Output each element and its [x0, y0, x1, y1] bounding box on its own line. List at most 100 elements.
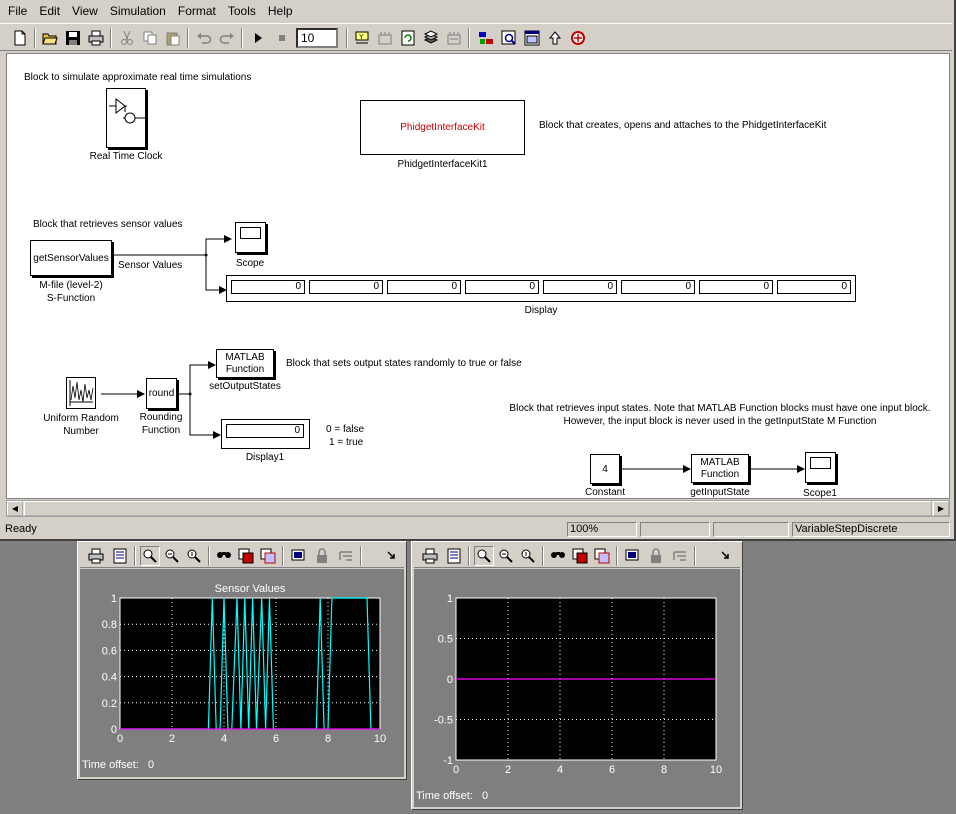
constant-block[interactable]: 4	[590, 454, 620, 484]
signal-selector-icon[interactable]	[670, 546, 690, 566]
display1-block[interactable]: 0	[221, 419, 310, 449]
x-tick-label: 8	[325, 733, 331, 745]
dock-arrow-icon[interactable]	[716, 546, 736, 566]
parameters-icon[interactable]	[110, 546, 130, 566]
menu-simulation[interactable]: Simulation	[104, 1, 172, 21]
display-value-4: 0	[465, 280, 539, 294]
svg-text:Y: Y	[359, 34, 364, 41]
debugger-icon[interactable]	[499, 28, 519, 48]
restore-axes-icon[interactable]	[592, 546, 612, 566]
x-tick-label: 10	[710, 764, 722, 776]
y-tick-label: 0	[447, 674, 453, 686]
open-folder-icon[interactable]	[40, 28, 60, 48]
simulink-model-window: File Edit View Simulation Format Tools H…	[0, 0, 956, 541]
get-sensor-values-block[interactable]: getSensorValues	[30, 240, 112, 276]
zoom-x-icon[interactable]	[496, 546, 516, 566]
scope-block-label: Scope	[235, 258, 265, 269]
zoom-icon[interactable]	[140, 546, 160, 566]
y-tick-label: -1	[443, 755, 453, 767]
zoom-y-icon[interactable]	[518, 546, 538, 566]
rounding-function-block[interactable]: round	[146, 378, 177, 409]
stop-time-input[interactable]: 10	[296, 28, 338, 48]
scrollbar-thumb[interactable]	[24, 501, 932, 516]
floating-scope-icon[interactable]	[622, 546, 642, 566]
scope-plot-area: 0 2 4 6 8 10 -1 -0.5 0 0.5 1 Time offset: 0	[414, 569, 740, 807]
lock-axes-icon[interactable]	[312, 546, 332, 566]
y-tick-label: 0.6	[102, 645, 117, 657]
redo-icon[interactable]	[217, 28, 237, 48]
set-output-states-block[interactable]: MATLAB Function	[216, 349, 274, 378]
scope-block[interactable]	[235, 222, 266, 253]
display-value-2: 0	[309, 280, 383, 294]
time-offset-label: Time offset: 0	[82, 759, 154, 771]
x-tick-label: 10	[374, 733, 386, 745]
menu-file[interactable]: File	[2, 1, 33, 21]
menu-edit[interactable]: Edit	[33, 1, 66, 21]
dock-arrow-icon[interactable]	[382, 546, 402, 566]
scroll-left-icon[interactable]: ◀	[7, 501, 23, 516]
stop-simulation-icon[interactable]	[272, 28, 292, 48]
horizontal-scrollbar[interactable]: ◀ ▶	[6, 500, 950, 517]
sensor-comment: Block that retrieves sensor values	[33, 219, 183, 230]
set-output-states-label: setOutputStates	[209, 381, 281, 392]
scope-block-screen	[240, 227, 261, 239]
x-tick-label: 6	[273, 733, 279, 745]
build-icon[interactable]	[375, 28, 395, 48]
model-explorer-icon[interactable]	[444, 28, 464, 48]
lock-axes-icon[interactable]	[646, 546, 666, 566]
x-tick-label: 0	[453, 764, 459, 776]
scroll-right-icon[interactable]: ▶	[933, 501, 949, 516]
copy-icon[interactable]	[140, 28, 160, 48]
restore-axes-icon[interactable]	[258, 546, 278, 566]
new-file-icon[interactable]	[10, 28, 30, 48]
debug-icon[interactable]	[568, 28, 588, 48]
scope1-block[interactable]	[805, 452, 836, 483]
go-to-parent-icon[interactable]	[522, 28, 542, 48]
menu-format[interactable]: Format	[172, 1, 222, 21]
real-time-clock-block[interactable]	[106, 88, 146, 148]
floating-scope-icon[interactable]	[288, 546, 308, 566]
phidget-block-text: PhidgetInterfaceKit	[400, 122, 485, 133]
zoom-icon[interactable]	[474, 546, 494, 566]
normal-mode-icon[interactable]: Y	[352, 28, 372, 48]
menu-bar: File Edit View Simulation Format Tools H…	[0, 0, 952, 22]
update-diagram-icon[interactable]	[398, 28, 418, 48]
menu-help[interactable]: Help	[262, 1, 299, 21]
undo-icon[interactable]	[194, 28, 214, 48]
random-signal-icon	[69, 380, 94, 406]
start-simulation-icon[interactable]	[248, 28, 268, 48]
menu-view[interactable]: View	[66, 1, 104, 21]
get-input-state-block[interactable]: MATLAB Function	[691, 454, 749, 483]
display-block[interactable]: 0 0 0 0 0 0 0 0	[226, 275, 856, 302]
parameters-icon[interactable]	[444, 546, 464, 566]
model-browser-icon[interactable]	[476, 28, 496, 48]
y-tick-label: 0	[111, 724, 117, 736]
display-value-3: 0	[387, 280, 461, 294]
cut-icon[interactable]	[117, 28, 137, 48]
library-browser-icon[interactable]	[421, 28, 441, 48]
real-time-clock-label: Real Time Clock	[89, 151, 163, 162]
print-icon[interactable]	[86, 28, 106, 48]
save-axes-icon[interactable]	[236, 546, 256, 566]
zoom-y-icon[interactable]	[184, 546, 204, 566]
sensor-signal-label: Sensor Values	[118, 260, 183, 271]
model-canvas[interactable]: Block to simulate approximate real time …	[6, 53, 950, 499]
set-output-text-line1: MATLAB	[225, 351, 265, 363]
paste-icon[interactable]	[163, 28, 183, 48]
uniform-random-number-block[interactable]	[66, 377, 96, 409]
signal-selector-icon[interactable]	[336, 546, 356, 566]
save-axes-icon[interactable]	[570, 546, 590, 566]
print-icon[interactable]	[86, 546, 106, 566]
autoscale-icon[interactable]	[548, 546, 568, 566]
zoom-x-icon[interactable]	[162, 546, 182, 566]
autoscale-icon[interactable]	[214, 546, 234, 566]
menu-tools[interactable]: Tools	[222, 1, 262, 21]
y-tick-label: 0.8	[102, 619, 117, 631]
print-icon[interactable]	[420, 546, 440, 566]
phidget-interface-kit-block[interactable]: PhidgetInterfaceKit	[360, 100, 525, 155]
save-icon[interactable]	[63, 28, 83, 48]
scope-toolbar	[414, 544, 740, 568]
display-value-6: 0	[621, 280, 695, 294]
scope1-block-label: Scope1	[803, 488, 837, 499]
up-arrow-icon[interactable]	[545, 28, 565, 48]
